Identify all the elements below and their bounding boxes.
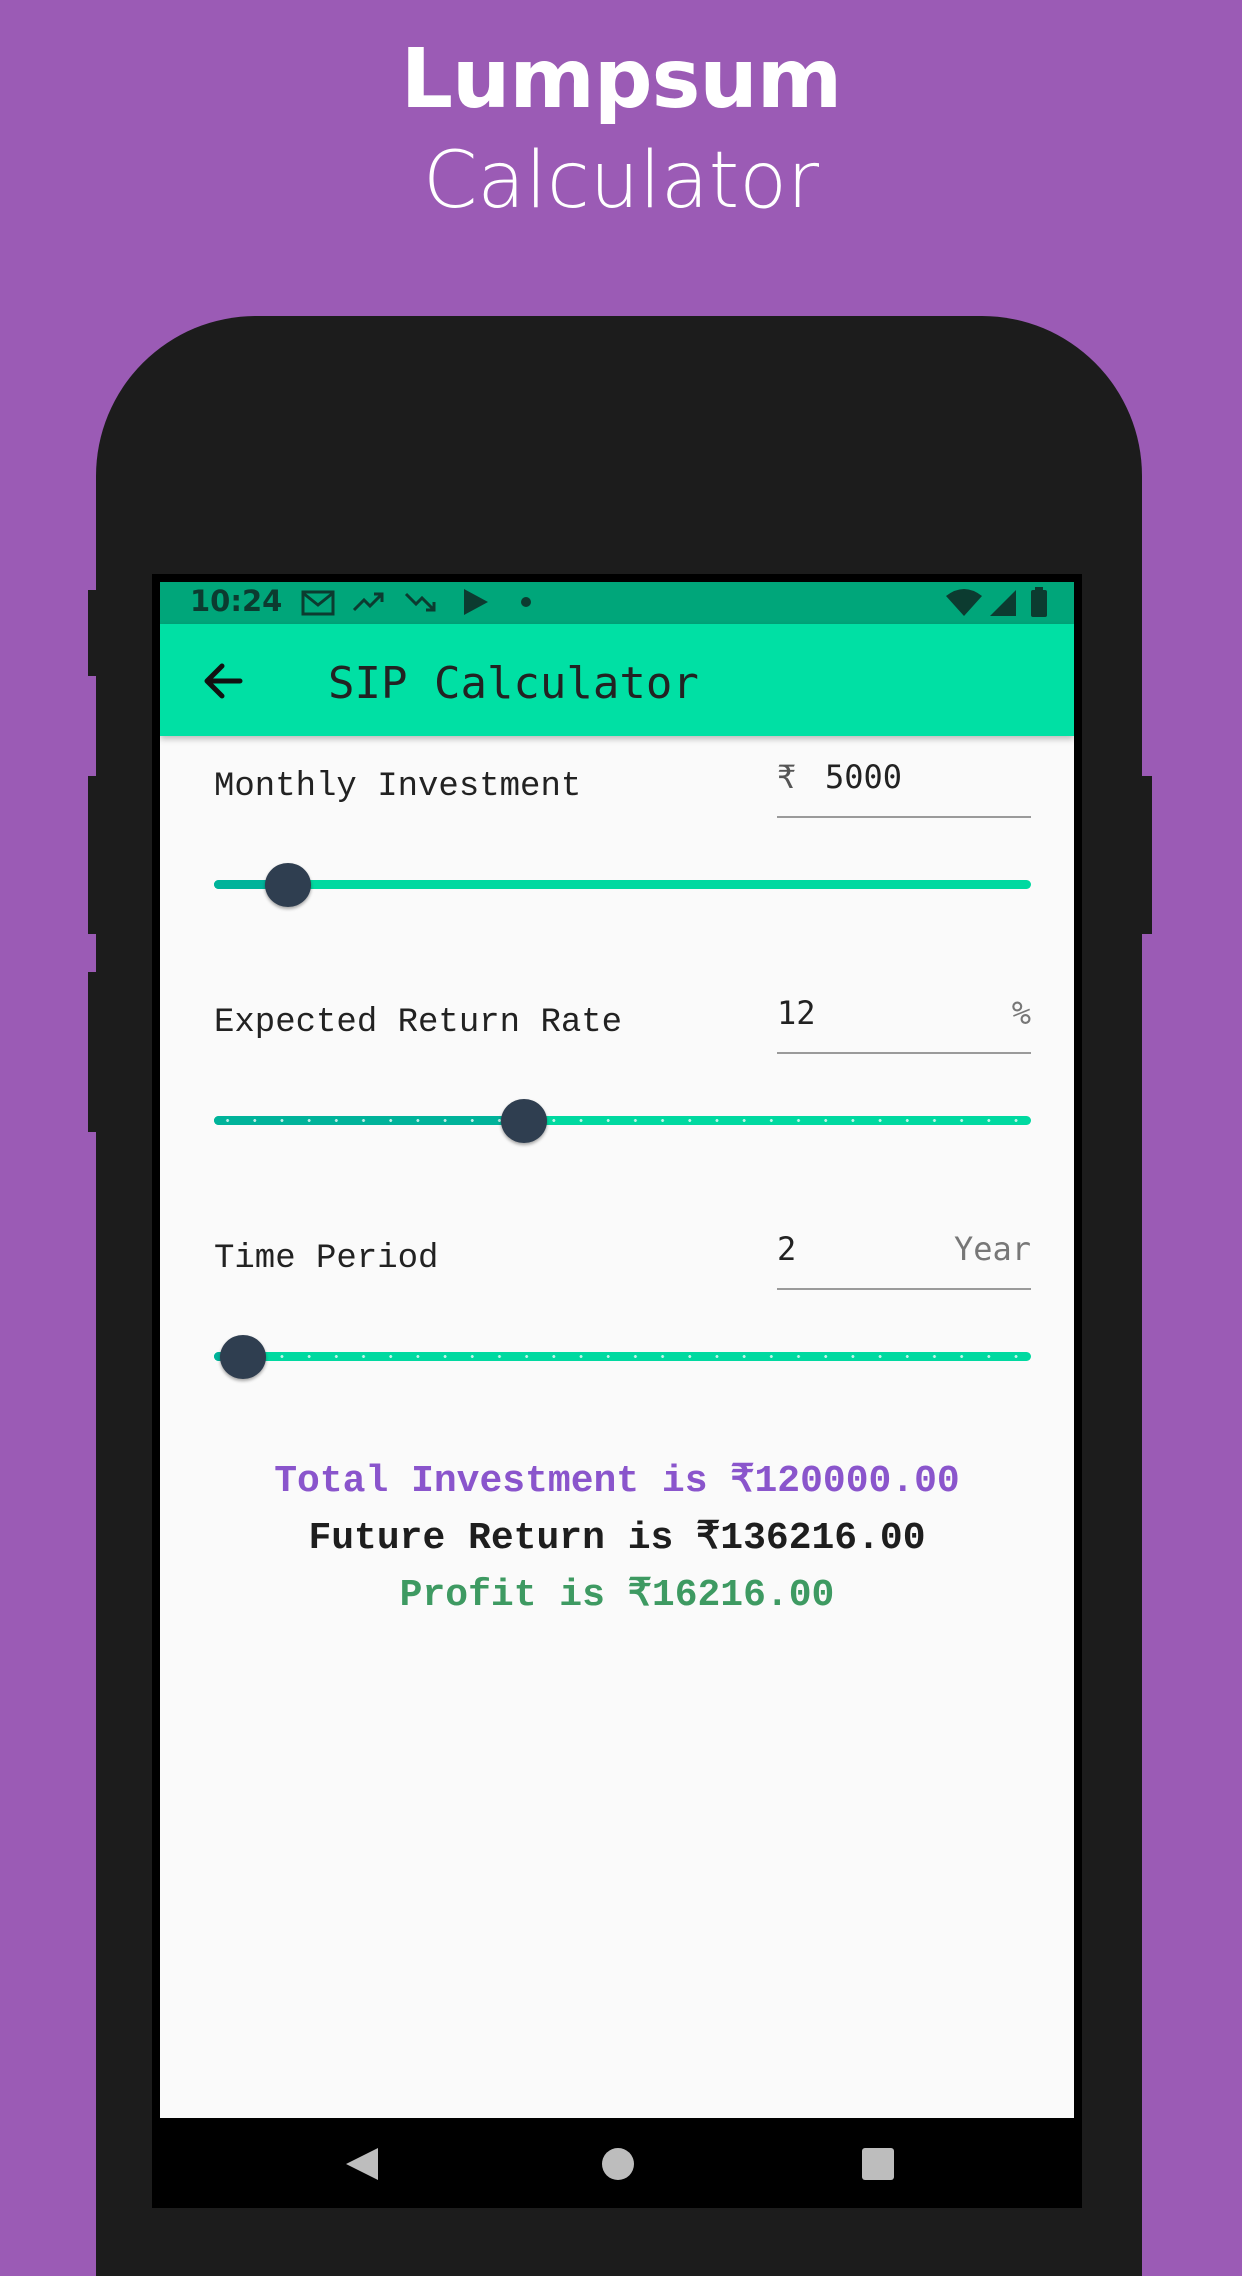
phone-power-button [1140, 776, 1152, 934]
wifi-icon [946, 589, 982, 616]
status-time: 10:24 [190, 584, 283, 618]
monthly-investment-input[interactable]: ₹ 5000 [777, 750, 1031, 818]
time-period-input[interactable]: 2 Year [777, 1222, 1031, 1290]
trending-down-icon [404, 592, 436, 612]
rupee-prefix: ₹ [777, 758, 797, 796]
monthly-investment-value: 5000 [825, 758, 903, 796]
nav-recents-icon[interactable] [860, 2146, 896, 2182]
trending-up-icon [352, 592, 384, 612]
gmail-icon [301, 590, 335, 616]
slider-track [214, 880, 1031, 889]
slider-thumb[interactable] [220, 1335, 266, 1379]
app-title: SIP Calculator [328, 658, 699, 709]
time-period-label: Time Period [214, 1240, 439, 1278]
return-rate-value: 12 [777, 994, 816, 1032]
return-rate-label: Expected Return Rate [214, 1004, 623, 1042]
time-period-value: 2 [777, 1230, 797, 1268]
time-period-slider[interactable] [214, 1326, 1031, 1386]
phone-side-button-1 [88, 590, 100, 676]
system-nav-bar [152, 2118, 1082, 2208]
nav-back-icon[interactable] [344, 2146, 380, 2182]
play-store-icon [464, 589, 488, 615]
app-bar: SIP Calculator [160, 624, 1074, 736]
phone-side-button-2 [88, 776, 100, 934]
status-bar: 10:24 [160, 582, 1074, 624]
slider-thumb[interactable] [265, 863, 311, 907]
arrow-left-icon[interactable] [200, 658, 246, 704]
year-suffix: Year [953, 1230, 1031, 1268]
nav-home-icon[interactable] [600, 2146, 636, 2182]
profit-result: Profit is ₹16216.00 [399, 1574, 835, 1617]
future-return-result: Future Return is ₹136216.00 [308, 1517, 926, 1560]
slider-ticks [214, 1355, 1031, 1358]
promo-title: Lumpsum [400, 32, 842, 127]
app-screen: 10:24 SIP Calculator Monthly Investment … [160, 582, 1074, 2118]
promo-subtitle: Calculator [422, 136, 820, 226]
slider-ticks [214, 1119, 1031, 1122]
total-investment-result: Total Investment is ₹120000.00 [274, 1460, 960, 1503]
monthly-investment-label: Monthly Investment [214, 768, 582, 806]
return-rate-slider[interactable] [214, 1090, 1031, 1150]
phone-side-button-3 [88, 972, 100, 1132]
battery-icon [1031, 587, 1047, 617]
slider-thumb[interactable] [501, 1099, 547, 1143]
monthly-investment-slider[interactable] [214, 854, 1031, 914]
percent-suffix: % [1011, 994, 1031, 1032]
return-rate-input[interactable]: 12 % [777, 986, 1031, 1054]
more-notifications-dot-icon [521, 597, 531, 607]
signal-icon [990, 590, 1016, 616]
